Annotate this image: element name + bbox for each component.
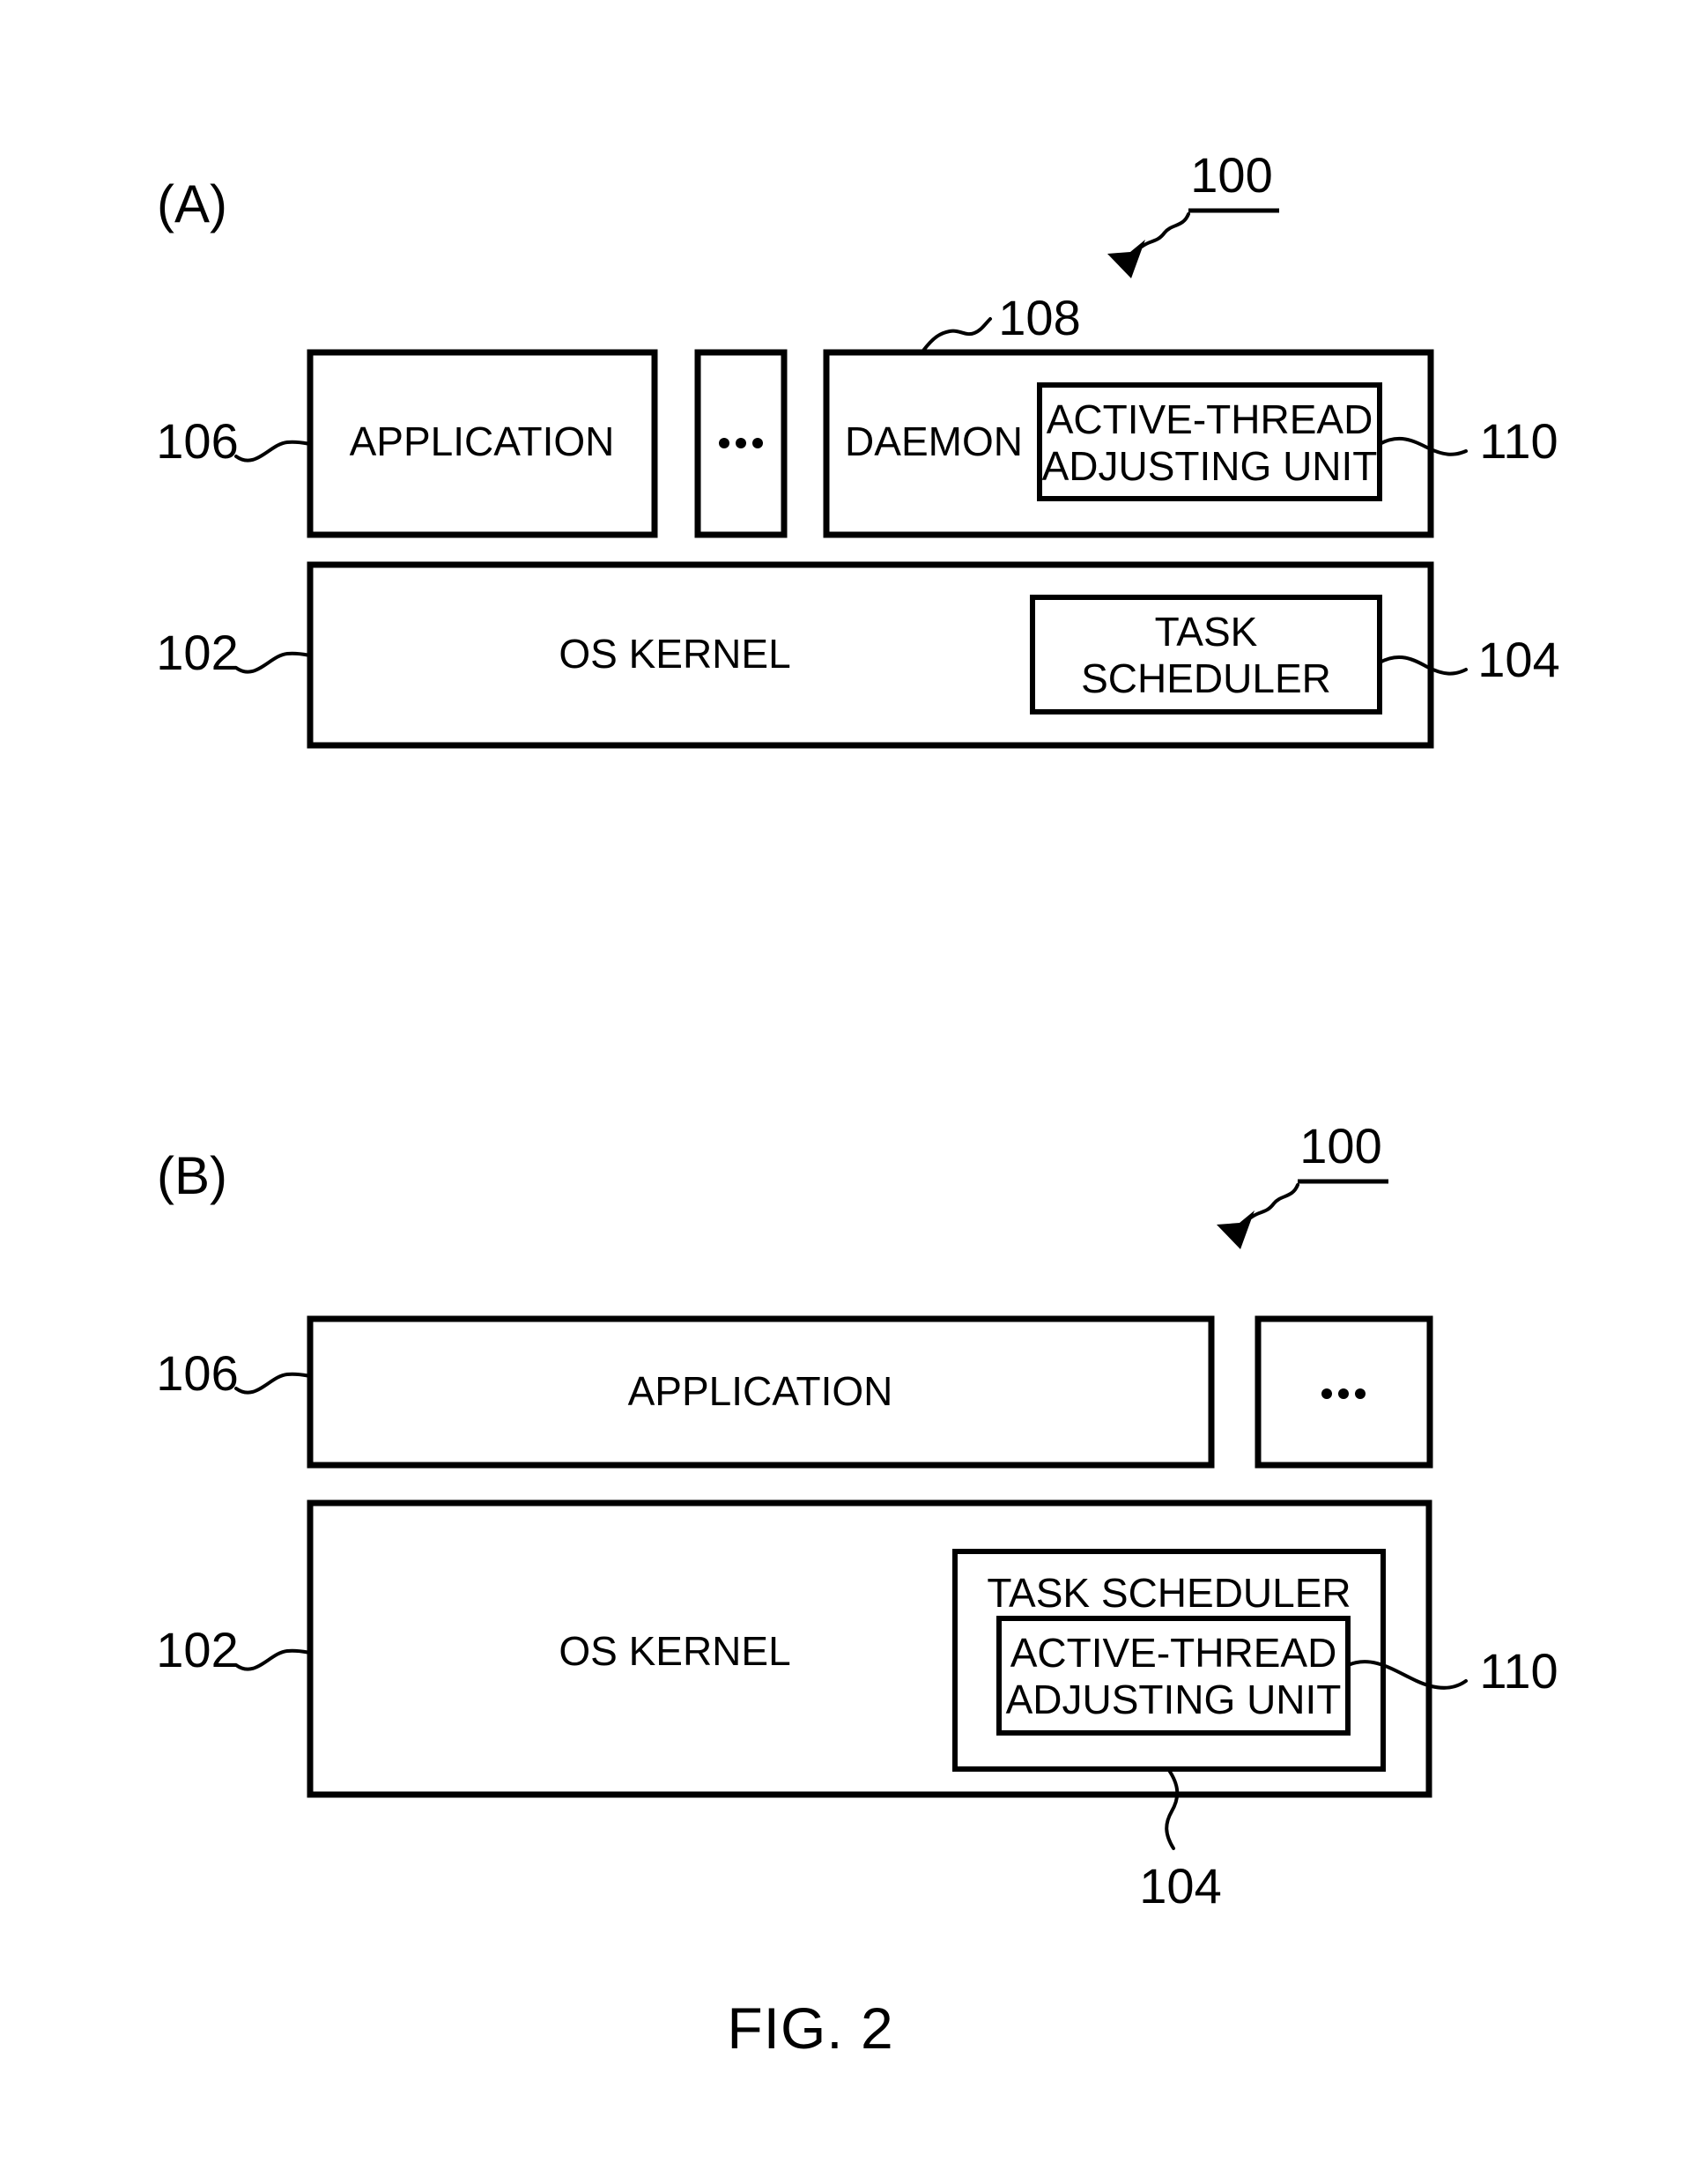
panel-a-ref-100: 100 (1190, 147, 1272, 203)
figure-caption: FIG. 2 (727, 1995, 893, 2061)
panel-a-task-scheduler-label-line2: SCHEDULER (1081, 655, 1331, 701)
panel-a-ref-104: 104 (1477, 632, 1559, 687)
panel-a-task-scheduler-label-line1: TASK (1155, 609, 1258, 655)
panel-b-ref-100-leader (1249, 1183, 1299, 1219)
panel-b-label: (B) (157, 1146, 227, 1205)
panel-a-ref-106-leader (234, 440, 312, 463)
panel-a-ref-106-group: 106 (156, 413, 312, 469)
panel-b-ref-106-group: 106 (156, 1345, 312, 1401)
panel-b-ellipsis-dots (1321, 1388, 1366, 1399)
panel-a-label: (A) (157, 174, 227, 233)
panel-b-atau-label-line1: ACTIVE-THREAD (1010, 1630, 1337, 1676)
panel-a-atau-label-line2: ADJUSTING UNIT (1042, 443, 1378, 489)
panel-a-daemon-label: DAEMON (845, 418, 1023, 464)
panel-b-ref-102-leader (234, 1648, 312, 1671)
panel-a-ref-102-group: 102 (156, 625, 312, 680)
panel-b-system-ref-group: 100 (1217, 1118, 1388, 1249)
panel-b-ref-102-group: 102 (156, 1622, 312, 1677)
panel-a-ref-100-arrowhead (1107, 240, 1145, 278)
figure-canvas: (A) 100 106 APPLICATION 108 DAEMON ACTIV… (156, 147, 1560, 2061)
patent-figure: (A) 100 106 APPLICATION 108 DAEMON ACTIV… (0, 0, 1695, 2184)
panel-b: (B) 100 106 APPLICATION 102 OS KERNEL TA… (156, 1118, 1558, 1914)
panel-b-ref-100: 100 (1299, 1118, 1381, 1173)
panel-b-atau-label-line2: ADJUSTING UNIT (1006, 1677, 1342, 1722)
panel-a-ellipsis-dots (719, 438, 763, 448)
panel-a-ref-100-leader (1140, 212, 1190, 248)
panel-a-ref-110: 110 (1479, 413, 1558, 469)
panel-b-ref-102: 102 (156, 1622, 238, 1677)
panel-a-application-label: APPLICATION (350, 418, 615, 464)
panel-a-ref-108: 108 (998, 290, 1080, 345)
panel-b-ref-100-arrowhead (1217, 1210, 1255, 1249)
panel-a-ref-102-leader (234, 651, 312, 674)
panel-a-ref-106: 106 (156, 413, 238, 469)
panel-a-ref-108-group: 108 (922, 290, 1081, 352)
panel-a-system-ref-group: 100 (1107, 147, 1279, 278)
panel-a-os-kernel-label: OS KERNEL (559, 631, 790, 677)
panel-a: (A) 100 106 APPLICATION 108 DAEMON ACTIV… (156, 147, 1560, 749)
panel-b-application-label: APPLICATION (628, 1368, 893, 1414)
panel-a-ref-108-leader (922, 317, 992, 352)
panel-b-ref-110: 110 (1479, 1643, 1558, 1699)
panel-b-ref-104: 104 (1139, 1858, 1221, 1914)
panel-b-task-scheduler-label: TASK SCHEDULER (987, 1570, 1351, 1616)
panel-b-ref-106-leader (234, 1372, 312, 1395)
panel-a-atau-label-line1: ACTIVE-THREAD (1047, 396, 1373, 442)
panel-b-ref-106: 106 (156, 1345, 238, 1401)
panel-a-ref-102: 102 (156, 625, 238, 680)
panel-b-os-kernel-label: OS KERNEL (559, 1628, 790, 1674)
